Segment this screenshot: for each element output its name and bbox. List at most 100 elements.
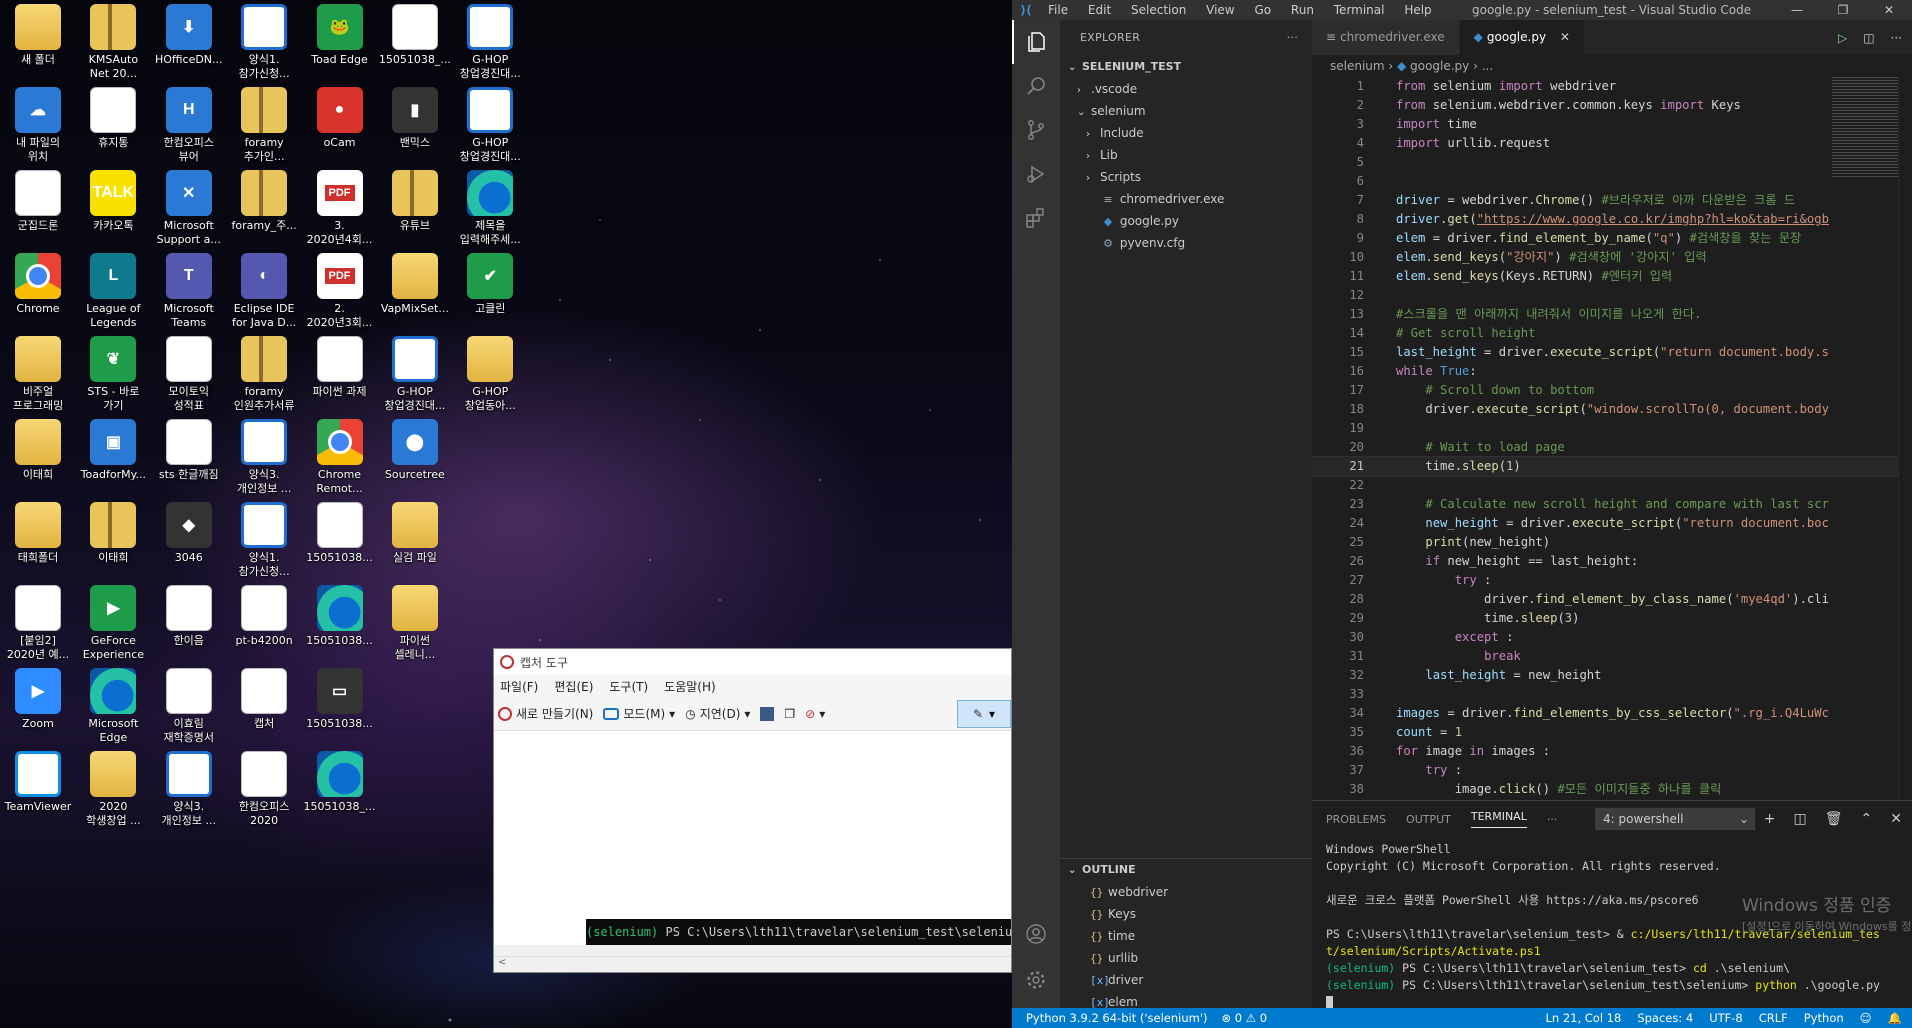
scroll-left-arrow[interactable]: < [498, 957, 506, 968]
source-control-icon[interactable] [1012, 108, 1060, 152]
desktop-icon[interactable]: ✕ Microsoft Support a... [151, 168, 227, 264]
desktop-icon[interactable]: 이태희 [0, 417, 76, 513]
desktop-icon[interactable]: 2020 학생창업 ... [75, 749, 151, 845]
language-mode-status[interactable]: Python [1804, 1011, 1844, 1025]
tab-google-py[interactable]: ◆ google.py ✕ [1459, 20, 1585, 55]
close-tab-icon[interactable]: ✕ [1560, 30, 1570, 44]
capture-canvas[interactable]: (selenium) PS C:\Users\lth11\travelar\se… [494, 731, 1011, 945]
desktop-icon[interactable]: Chrome [0, 251, 76, 347]
close-button[interactable]: ✕ [1866, 0, 1912, 20]
problems-status[interactable]: ⊗ 0 ⚠ 0 [1221, 1011, 1267, 1025]
desktop-icon[interactable]: 🗑 휴지통 [75, 85, 151, 181]
explorer-icon[interactable] [1012, 20, 1060, 64]
desktop-icon[interactable]: T Microsoft Teams [151, 251, 227, 347]
tree-item[interactable]: › Scripts [1060, 166, 1312, 188]
desktop-icon[interactable]: ㅎ 양식1. 참가신청... [226, 2, 302, 98]
save-button[interactable] [760, 706, 775, 721]
extensions-icon[interactable] [1012, 196, 1060, 240]
mode-button[interactable]: 모드(M) ▾ [603, 705, 675, 722]
eol-status[interactable]: CRLF [1759, 1011, 1788, 1025]
menu-edit[interactable]: 편집(E) [554, 678, 593, 695]
desktop-icon[interactable]: ㅎ G-HOP 창업경진대... [377, 334, 453, 430]
tree-item[interactable]: ◆ google.py [1060, 210, 1312, 232]
new-capture-button[interactable]: 새로 만들기(N) [498, 705, 593, 722]
desktop-icon[interactable]: ✦ 한컴오피스 2020 [226, 749, 302, 845]
new-terminal-icon[interactable]: + [1764, 811, 1776, 827]
desktop-icon[interactable]: ◆ 3046 [151, 500, 227, 596]
desktop-icon[interactable]: ㅎ 양식3. 개인정보 ... [226, 417, 302, 513]
tree-item[interactable]: › Include [1060, 122, 1312, 144]
pen-button[interactable]: ✎ ▾ [957, 699, 1011, 728]
copy-button[interactable]: ❐ [784, 707, 795, 721]
menu-selection[interactable]: Selection [1131, 3, 1186, 17]
menu-run[interactable]: Run [1291, 3, 1314, 17]
desktop-icon[interactable]: G-HOP 창업동아... [452, 334, 528, 430]
outline-header[interactable]: ⌄ OUTLINE [1060, 859, 1312, 881]
desktop-icon[interactable]: ▣ ToadforMy... [75, 417, 151, 513]
run-file-icon[interactable]: ▷ [1838, 31, 1847, 45]
desktop-icon[interactable]: ㅎ 양식1. 참가신청... [226, 500, 302, 596]
desktop-icon[interactable]: VapMixSet... [377, 251, 453, 347]
breadcrumb-file[interactable]: google.py [1410, 59, 1469, 73]
menu-file[interactable]: File [1048, 3, 1068, 17]
outline-item[interactable]: {} webdriver [1060, 881, 1312, 903]
code-editor[interactable]: 1 from selenium import webdriver 2 from sel… [1312, 77, 1912, 800]
desktop-icon[interactable]: 제목을 입력해주세... [452, 168, 528, 264]
desktop-icon[interactable]: 🐸 Toad Edge [302, 2, 378, 98]
minimap[interactable] [1832, 77, 1898, 177]
maximize-button[interactable]: ❐ [1820, 0, 1866, 20]
desktop-icon[interactable]: ▦ sts 한글깨짐 [151, 417, 227, 513]
desktop-icon[interactable]: ▮ 밴믹스 [377, 85, 453, 181]
tab-chromedriver[interactable]: ≡ chromedriver.exe [1312, 20, 1460, 55]
desktop-icon[interactable]: ▤ 군집드론 [0, 168, 76, 264]
capture-horizontal-scrollbar[interactable]: < [494, 956, 1011, 972]
notifications-bell-icon[interactable]: 🔔 [1888, 1011, 1902, 1025]
run-debug-icon[interactable] [1012, 152, 1060, 196]
menu-file[interactable]: 파일(F) [500, 678, 538, 695]
desktop-icon[interactable]: 15051038_... [302, 749, 378, 845]
desktop-icon[interactable]: ▶ GeForce Experience [75, 583, 151, 679]
split-editor-icon[interactable]: ◫ [1863, 31, 1874, 45]
desktop-icon[interactable]: ⚙ 15051038... [302, 500, 378, 596]
desktop-icon[interactable]: foramy 인원추가서류 [226, 334, 302, 430]
desktop-icon[interactable]: ▱ 캡처 [226, 666, 302, 762]
tree-item[interactable]: › .vscode [1060, 78, 1312, 100]
desktop-icon[interactable]: foramy 추가인... [226, 85, 302, 181]
desktop-icon[interactable]: ❦ STS - 바로 가기 [75, 334, 151, 430]
outline-item[interactable]: {} urllib [1060, 947, 1312, 969]
python-interpreter-status[interactable]: Python 3.9.2 64-bit ('selenium') [1026, 1011, 1207, 1025]
split-terminal-icon[interactable]: ◫ [1794, 811, 1807, 827]
desktop-icon[interactable]: H 한컴오피스 뷰어 [151, 85, 227, 181]
maximize-panel-icon[interactable]: ⌃ [1861, 811, 1873, 827]
desktop-icon[interactable]: ▶ Zoom [0, 666, 76, 762]
desktop-icon[interactable]: PDF 3. 2020년4회... [302, 168, 378, 264]
desktop-icon[interactable]: 실검 파일 [377, 500, 453, 596]
desktop-icon[interactable]: ▤ 이효림 재학증명서 [151, 666, 227, 762]
desktop-icon[interactable]: 유튜브 [377, 168, 453, 264]
desktop-icon[interactable]: ≡ 한이음 [151, 583, 227, 679]
tree-item[interactable]: ≡ chromedriver.exe [1060, 188, 1312, 210]
tab-output[interactable]: OUTPUT [1406, 813, 1451, 826]
outline-item[interactable]: {} time [1060, 925, 1312, 947]
trash-icon[interactable]: 🗑 [1825, 811, 1843, 827]
tree-item[interactable]: ⚙ pyvenv.cfg [1060, 232, 1312, 254]
menu-view[interactable]: View [1206, 3, 1234, 17]
desktop-icon[interactable]: ✔ 고클린 [452, 251, 528, 347]
desktop-icon[interactable]: ⇆ TeamViewer [0, 749, 76, 845]
desktop-icon[interactable]: foramy_주... [226, 168, 302, 264]
desktop-icon[interactable]: 태희폴더 [0, 500, 76, 596]
desktop-icon[interactable]: Chrome Remot... [302, 417, 378, 513]
tab-terminal[interactable]: TERMINAL [1470, 810, 1527, 828]
capture-tool-window[interactable]: 캡처 도구 파일(F) 편집(E) 도구(T) 도움말(H) 새로 만들기(N)… [493, 648, 1012, 973]
workspace-root-folder[interactable]: ⌄ SELENIUM_TEST [1060, 56, 1312, 78]
encoding-status[interactable]: UTF-8 [1709, 1011, 1743, 1025]
menu-edit[interactable]: Edit [1088, 3, 1111, 17]
desktop-icon[interactable]: ▬ pt-b4200n [226, 583, 302, 679]
more-actions-icon[interactable]: ··· [1891, 31, 1902, 45]
outline-item[interactable]: [x]driver [1060, 969, 1312, 991]
eraser-button[interactable]: ⊘ ▾ [805, 707, 825, 721]
manage-gear-icon[interactable] [1012, 958, 1060, 1002]
outline-item[interactable]: {} Keys [1060, 903, 1312, 925]
editor-vertical-scrollbar[interactable] [1898, 77, 1912, 800]
desktop-icon[interactable]: ⚙ 15051038_... [377, 2, 453, 98]
